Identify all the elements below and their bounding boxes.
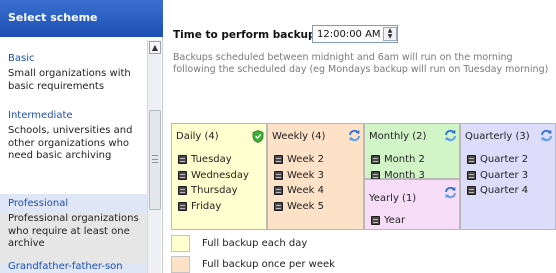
quarterly-backups-box[interactable]: Quarterly (3) Quarter 2 Quarter 3 Quarte… — [460, 123, 556, 230]
scheme-name-basic[interactable]: Basic — [8, 52, 139, 65]
scheme-desc-professional: Professional organizations who require a… — [0, 213, 147, 263]
sidebar-header: Select scheme — [0, 0, 163, 37]
sync-icon — [445, 129, 456, 142]
scroll-up-arrow-icon[interactable]: ▲ — [149, 41, 161, 54]
monthly-item-label: Month 2 — [384, 154, 425, 166]
calendar-icon — [178, 155, 187, 165]
daily-backups-box[interactable]: Daily (4) Tuesday Wednesday Thursday Fri… — [171, 123, 267, 230]
quarterly-item-label: Quarter 4 — [480, 185, 529, 197]
spin-down-icon[interactable]: ▼ — [384, 34, 396, 40]
quarterly-title: Quarterly (3) — [465, 131, 530, 142]
weekly-item[interactable]: Week 4 — [274, 183, 324, 199]
scheme-list: Basic Small organizations with basic req… — [0, 40, 147, 273]
weekly-title: Weekly (4) — [272, 131, 326, 142]
legend-label-weekly: Full backup once per week — [202, 259, 335, 270]
quarterly-items: Quarter 2 Quarter 3 Quarter 4 — [467, 152, 528, 199]
weekly-backups-box[interactable]: Weekly (4) Week 2 Week 3 Week 4 Week 5 — [267, 123, 364, 230]
calendar-icon — [178, 201, 187, 211]
calendar-icon — [178, 186, 187, 196]
daily-items: Tuesday Wednesday Thursday Friday — [178, 152, 249, 214]
calendar-icon — [467, 170, 476, 180]
scheme-sidebar: Select scheme Basic Small organizations … — [0, 0, 163, 273]
calendar-icon — [467, 155, 476, 165]
daily-item[interactable]: Friday — [178, 199, 249, 215]
weekly-item[interactable]: Week 3 — [274, 168, 324, 184]
calendar-icon — [178, 170, 187, 180]
backup-time-value[interactable]: 12:00:00 AM — [317, 29, 381, 40]
scroll-grip-icon — [152, 155, 158, 163]
sync-icon — [445, 186, 456, 199]
scheme-desc-basic: Small organizations with basic requireme… — [8, 68, 131, 92]
weekly-item[interactable]: Week 5 — [274, 199, 324, 215]
daily-title: Daily (4) — [176, 131, 219, 142]
daily-item-label: Tuesday — [191, 154, 232, 166]
scheme-details: Time to perform backup: 12:00:00 AM ▲ ▼ … — [164, 0, 556, 273]
calendar-icon — [274, 170, 283, 180]
monthly-title: Monthly (2) — [369, 131, 427, 142]
calendar-icon — [467, 186, 476, 196]
yearly-items: Year — [371, 213, 405, 229]
scheme-desc-intermediate: Schools, universities and other organiza… — [8, 125, 133, 161]
legend-swatch-daily — [171, 235, 190, 252]
daily-item[interactable]: Wednesday — [178, 168, 249, 184]
legend-label-daily: Full backup each day — [202, 238, 308, 249]
yearly-item[interactable]: Year — [371, 213, 405, 229]
quarterly-item-label: Quarter 2 — [480, 154, 529, 166]
scroll-thumb[interactable] — [149, 110, 161, 210]
scheme-list-scrollbar[interactable]: ▲ — [147, 40, 161, 273]
quarterly-item[interactable]: Quarter 2 — [467, 152, 528, 168]
yearly-title: Yearly (1) — [369, 193, 417, 204]
calendar-icon — [371, 155, 380, 165]
daily-item[interactable]: Thursday — [178, 183, 249, 199]
scheme-item-basic[interactable]: Basic Small organizations with basic req… — [0, 52, 147, 93]
quarterly-item[interactable]: Quarter 3 — [467, 168, 528, 184]
quarterly-item-label: Quarter 3 — [480, 169, 529, 181]
calendar-icon — [274, 155, 283, 165]
quarterly-item[interactable]: Quarter 4 — [467, 183, 528, 199]
shield-icon — [252, 130, 264, 143]
legend-weekly: Full backup once per week — [171, 256, 335, 273]
weekly-item-label: Week 2 — [287, 154, 324, 166]
yearly-item-label: Year — [384, 215, 406, 227]
daily-item-label: Thursday — [191, 185, 238, 197]
backup-time-note: Backups scheduled between midnight and 6… — [173, 52, 549, 75]
scheme-item-gfs[interactable]: Grandfather-father-son — [0, 260, 147, 273]
backup-calendar: Daily (4) Tuesday Wednesday Thursday Fri… — [164, 118, 556, 233]
weekly-item[interactable]: Week 2 — [274, 152, 324, 168]
time-spinner[interactable]: ▲ ▼ — [383, 27, 397, 41]
legend-daily: Full backup each day — [171, 235, 307, 252]
daily-item-label: Wednesday — [191, 169, 249, 181]
weekly-item-label: Week 4 — [287, 185, 324, 197]
daily-item[interactable]: Tuesday — [178, 152, 249, 168]
monthly-item[interactable]: Month 2 — [371, 152, 425, 168]
weekly-item-label: Week 5 — [287, 200, 324, 212]
weekly-items: Week 2 Week 3 Week 4 Week 5 — [274, 152, 324, 214]
backup-time-label: Time to perform backup: — [173, 29, 320, 41]
calendar-icon — [274, 186, 283, 196]
daily-item-label: Friday — [191, 200, 222, 212]
calendar-icon — [371, 216, 380, 226]
scheme-item-intermediate[interactable]: Intermediate Schools, universities and o… — [0, 109, 147, 163]
monthly-backups-box[interactable]: Monthly (2) Month 2 Month 3 — [364, 123, 460, 181]
sync-icon — [349, 129, 360, 142]
scheme-name-gfs[interactable]: Grandfather-father-son — [8, 260, 139, 273]
scheme-name-intermediate[interactable]: Intermediate — [8, 109, 139, 122]
backup-time-field[interactable]: 12:00:00 AM ▲ ▼ — [312, 25, 398, 43]
legend-swatch-weekly — [171, 256, 190, 273]
sync-icon — [541, 129, 552, 142]
yearly-backups-box[interactable]: Yearly (1) Year — [364, 179, 460, 230]
scheme-name-professional[interactable]: Professional — [8, 197, 139, 210]
weekly-item-label: Week 3 — [287, 169, 324, 181]
calendar-icon — [274, 201, 283, 211]
